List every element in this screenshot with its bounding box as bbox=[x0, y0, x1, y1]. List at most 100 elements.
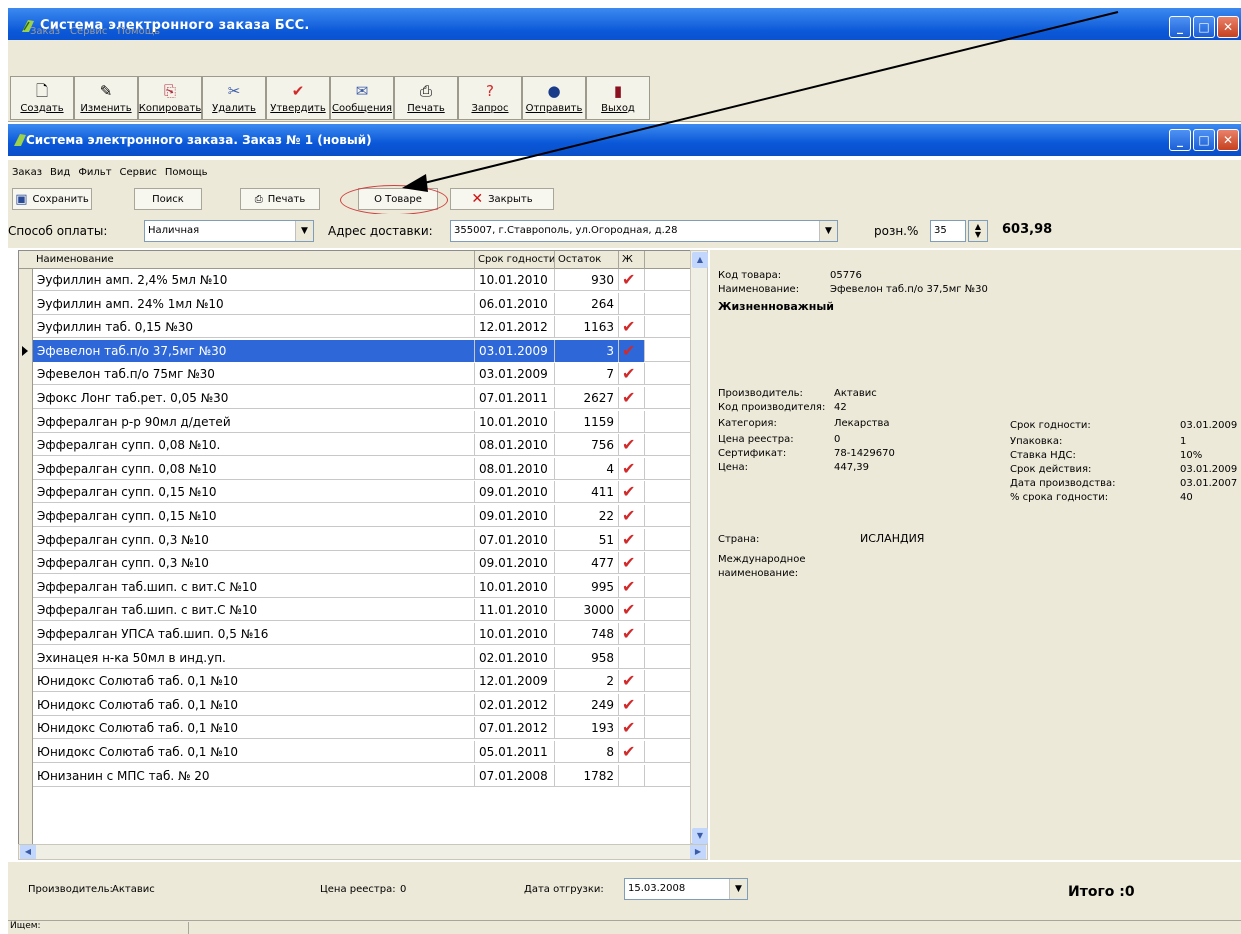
inner-minimize-button[interactable]: _ bbox=[1169, 129, 1191, 151]
menu-service[interactable]: Сервис bbox=[70, 26, 107, 37]
cell-expiry: 03.01.2009 bbox=[475, 339, 555, 362]
table-row[interactable]: Юнидокс Солютаб таб. 0,1 №10 05.01.2011 8 ✔ bbox=[33, 741, 707, 763]
payment-select[interactable]: Наличная ▼ bbox=[144, 220, 314, 242]
shelf-pct-label: % срока годности: bbox=[1010, 492, 1109, 503]
messages-button[interactable]: ✉ Сообщения bbox=[330, 76, 394, 120]
cell-name: Эффералган супп. 0,3 №10 bbox=[33, 528, 475, 551]
query-button[interactable]: ? Запрос bbox=[458, 76, 522, 120]
bottom-registry-label: Цена реестра: bbox=[320, 884, 396, 895]
ship-date-picker[interactable]: 15.03.2008 ▼ bbox=[624, 878, 748, 900]
print-order-button[interactable]: ⎙ Печать bbox=[240, 188, 320, 210]
markup-input[interactable]: 35 bbox=[930, 220, 966, 242]
inner-menu-service[interactable]: Сервис bbox=[120, 167, 157, 178]
vertical-scrollbar[interactable] bbox=[690, 250, 708, 844]
scroll-up-icon[interactable]: ▲ bbox=[692, 252, 708, 268]
table-row[interactable]: Эффералган супп. 0,3 №10 07.01.2010 51 ✔ bbox=[33, 528, 707, 551]
highlight-ellipse bbox=[340, 185, 448, 215]
copy-button[interactable]: ⎘ Копировать bbox=[138, 76, 202, 120]
cell-expiry: 06.01.2010 bbox=[475, 292, 555, 315]
header-expiry[interactable]: Срок годности bbox=[475, 251, 555, 269]
table-row[interactable]: Эффералган супп. 0,3 №10 09.01.2010 477 ✔ bbox=[33, 552, 707, 575]
table-row[interactable]: Эуфиллин амп. 24% 1мл №10 06.01.2010 264 bbox=[33, 292, 707, 315]
cell-name: Эффералган супп. 0,15 №10 bbox=[33, 505, 475, 527]
chevron-down-icon[interactable]: ▼ bbox=[729, 879, 747, 899]
table-row[interactable]: Эффералган супп. 0,15 №10 09.01.2010 411 ✔ bbox=[33, 481, 707, 504]
outer-toolbar: 🗋 Создать ✎ Изменить ⎘ Копировать ✂ Удалить … bbox=[10, 76, 650, 120]
name-value: Эфевелон таб.п/о 37,5мг №30 bbox=[830, 284, 988, 295]
table-row[interactable]: Эфевелон таб.п/о 75мг №30 03.01.2009 7 ✔ bbox=[33, 363, 707, 386]
table-row[interactable]: Эффералган таб.шип. с вит.С №10 11.01.201… bbox=[33, 599, 707, 622]
category-value: Лекарства bbox=[834, 418, 890, 429]
product-grid[interactable]: Наименование Срок годности Остаток Ж Эуф… bbox=[18, 250, 708, 860]
table-row[interactable]: Эффералган супп. 0,08 №10 08.01.2010 4 ✔ bbox=[33, 457, 707, 480]
cell-expiry: 10.01.2010 bbox=[475, 269, 555, 291]
inner-maximize-button[interactable]: □ bbox=[1193, 129, 1215, 151]
table-row[interactable]: Эффералган р-р 90мл д/детей 10.01.2010 115… bbox=[33, 410, 707, 433]
vital-check-icon: ✔ bbox=[619, 457, 645, 480]
scroll-right-icon[interactable]: ▶ bbox=[690, 845, 706, 859]
header-vital[interactable]: Ж bbox=[619, 251, 645, 269]
total-sum: 603,98 bbox=[1002, 222, 1053, 237]
inner-menubar: Заказ Вид Фильт Сервис Помощь bbox=[8, 160, 1241, 184]
menu-order[interactable]: Заказ bbox=[30, 26, 60, 37]
delete-button[interactable]: ✂ Удалить bbox=[202, 76, 266, 120]
table-row[interactable]: Эффералган УПСА таб.шип. 0,5 №16 10.01.20… bbox=[33, 623, 707, 645]
inn-label-line2: наименование: bbox=[718, 568, 799, 579]
edit-button[interactable]: ✎ Изменить bbox=[74, 76, 138, 120]
inner-close-button[interactable]: ✕ bbox=[1217, 129, 1239, 151]
cell-stock: 2627 bbox=[555, 387, 619, 409]
print-button[interactable]: ⎙ Печать bbox=[394, 76, 458, 120]
chevron-down-icon[interactable]: ▼ bbox=[295, 221, 313, 241]
vital-check-icon: ✔ bbox=[619, 528, 645, 551]
cell-vital-empty bbox=[619, 410, 645, 433]
inner-menu-filter[interactable]: Фильт bbox=[78, 167, 111, 178]
close-order-button[interactable]: ✕ Закрыть bbox=[450, 188, 554, 210]
header-stock[interactable]: Остаток bbox=[555, 251, 619, 269]
chevron-down-icon[interactable]: ▼ bbox=[819, 221, 837, 241]
cell-vital-empty bbox=[619, 292, 645, 315]
table-row[interactable]: Юнидокс Солютаб таб. 0,1 №10 07.01.2012 19… bbox=[33, 717, 707, 740]
send-button[interactable]: ● Отправить bbox=[522, 76, 586, 120]
table-row[interactable]: Эффералган супп. 0,08 №10. 08.01.2010 756 ✔ bbox=[33, 434, 707, 457]
table-row[interactable]: Эуфиллин таб. 0,15 №30 12.01.2012 1163 ✔ bbox=[33, 316, 707, 339]
markup-spinner[interactable]: ▲ ▼ bbox=[968, 220, 988, 242]
save-button[interactable]: ▣ Сохранить bbox=[12, 188, 92, 210]
vital-check-icon: ✔ bbox=[619, 552, 645, 575]
inner-menu-help[interactable]: Помощь bbox=[165, 167, 208, 178]
inner-menu-view[interactable]: Вид bbox=[50, 167, 70, 178]
table-row[interactable]: Юнизанин с МПС таб. № 20 07.01.2008 1782 bbox=[33, 764, 707, 787]
exit-button[interactable]: ▮ Выход bbox=[586, 76, 650, 120]
table-row[interactable]: Эфокс Лонг таб.рет. 0,05 №30 07.01.2011 26… bbox=[33, 387, 707, 409]
cell-name: Эфокс Лонг таб.рет. 0,05 №30 bbox=[33, 387, 475, 409]
table-row[interactable]: Эхинацея н-ка 50мл в инд.уп. 02.01.2010 95… bbox=[33, 646, 707, 669]
table-row[interactable]: Эффералган супп. 0,15 №10 09.01.2010 22 ✔ bbox=[33, 505, 707, 527]
cell-expiry: 02.01.2012 bbox=[475, 693, 555, 716]
floppy-disk-icon: ▣ bbox=[15, 191, 28, 207]
search-button[interactable]: Поиск bbox=[134, 188, 202, 210]
vital-check-icon: ✔ bbox=[619, 316, 645, 339]
table-row[interactable]: Эффералган таб.шип. с вит.С №10 10.01.201… bbox=[33, 575, 707, 598]
inner-menu-order[interactable]: Заказ bbox=[12, 167, 42, 178]
create-button[interactable]: 🗋 Создать bbox=[10, 76, 74, 120]
horizontal-scrollbar[interactable] bbox=[18, 844, 708, 860]
cell-stock: 2 bbox=[555, 670, 619, 693]
menu-help[interactable]: Помощь bbox=[117, 26, 160, 37]
header-name[interactable]: Наименование bbox=[33, 251, 475, 269]
query-icon: ? bbox=[486, 81, 494, 100]
close-x-icon: ✕ bbox=[471, 191, 484, 207]
cell-expiry: 07.01.2008 bbox=[475, 764, 555, 787]
cell-stock: 7 bbox=[555, 363, 619, 386]
table-row[interactable]: Эуфиллин амп. 2,4% 5мл №10 10.01.2010 930 ✔ bbox=[33, 269, 707, 291]
address-select[interactable]: 355007, г.Ставрополь, ул.Огородная, д.28… bbox=[450, 220, 838, 242]
table-row[interactable]: Эфевелон таб.п/о 37,5мг №30 03.01.2009 3 ✔ bbox=[33, 339, 707, 362]
approve-button[interactable]: ✔ Утвердить bbox=[266, 76, 330, 120]
table-row[interactable]: Юнидокс Солютаб таб. 0,1 №10 02.01.2012 24… bbox=[33, 693, 707, 716]
scroll-left-icon[interactable]: ◀ bbox=[20, 845, 36, 859]
valid-label: Срок действия: bbox=[1010, 464, 1092, 475]
cell-stock: 51 bbox=[555, 528, 619, 551]
status-text: Ищем: bbox=[10, 921, 41, 931]
scroll-down-icon[interactable]: ▼ bbox=[692, 828, 708, 844]
table-row[interactable]: Юнидокс Солютаб таб. 0,1 №10 12.01.2009 2 ✔ bbox=[33, 670, 707, 693]
vital-text: Жизненноважный bbox=[718, 300, 834, 313]
cell-expiry: 12.01.2009 bbox=[475, 670, 555, 693]
